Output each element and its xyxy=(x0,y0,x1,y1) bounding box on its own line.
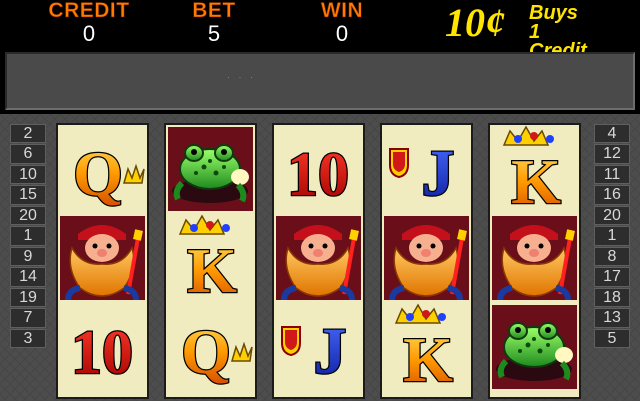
svg-text:Q: Q xyxy=(73,138,123,209)
jack-symbol-icon: J xyxy=(274,303,363,391)
payline-number: 18 xyxy=(594,287,630,308)
payline-number: 5 xyxy=(594,328,630,349)
king-symbol-icon: K xyxy=(490,125,579,213)
svg-text:10: 10 xyxy=(71,319,133,387)
bet-label: BET xyxy=(192,0,236,22)
queen-symbol-icon: Q xyxy=(166,303,255,391)
gnome-symbol-icon xyxy=(490,214,579,302)
svg-text:J: J xyxy=(422,137,455,210)
win-label: WIN xyxy=(320,0,364,22)
win-meter: WIN 0 xyxy=(300,0,384,48)
payline-number: 1 xyxy=(594,226,630,246)
bet-value: 5 xyxy=(207,21,221,46)
credit-value: 0 xyxy=(82,21,96,46)
payline-numbers-left: 2 6 10 15 20 1 9 14 19 7 3 xyxy=(10,124,46,349)
payline-number: 9 xyxy=(10,246,46,267)
denomination-text-line1: Buys 1 xyxy=(529,2,578,43)
payline-number: 20 xyxy=(10,205,46,226)
reel-4: J K xyxy=(380,123,473,399)
payline-number: 14 xyxy=(10,267,46,287)
win-value: 0 xyxy=(335,21,349,46)
payline-number: 17 xyxy=(594,267,630,287)
credit-label: CREDIT xyxy=(48,0,130,22)
bet-meter: BET 5 xyxy=(174,0,254,48)
denomination-amount: 10¢ xyxy=(445,0,505,45)
payline-number: 4 xyxy=(594,124,630,144)
svg-text:Q: Q xyxy=(181,316,231,387)
reel-5: K xyxy=(488,123,581,399)
ten-symbol-icon: 10 xyxy=(274,125,363,213)
payline-numbers-right: 4 12 11 16 20 1 8 17 18 13 5 xyxy=(594,124,630,349)
king-symbol-icon: K xyxy=(382,303,471,391)
jack-symbol-icon: J xyxy=(382,125,471,213)
message-panel: · · · xyxy=(5,52,635,110)
payline-number: 2 xyxy=(10,124,46,144)
queen-symbol-icon: Q xyxy=(58,125,147,213)
king-symbol-icon: K xyxy=(166,214,255,302)
payline-number: 8 xyxy=(594,246,630,267)
credit-meter: CREDIT 0 xyxy=(30,0,148,48)
payline-number: 20 xyxy=(594,205,630,226)
payline-number: 19 xyxy=(10,287,46,308)
gnome-symbol-icon xyxy=(58,214,147,302)
payline-number: 6 xyxy=(10,144,46,164)
ten-symbol-icon: 10 xyxy=(58,303,147,391)
payline-number: 13 xyxy=(594,308,630,328)
payline-number: 10 xyxy=(10,164,46,185)
reel-1: Q 10 xyxy=(56,123,149,399)
frog-symbol-icon xyxy=(166,125,255,213)
svg-text:10: 10 xyxy=(287,141,349,209)
payline-number: 3 xyxy=(10,328,46,349)
denomination-display: 10¢ Buys 1 Credit xyxy=(445,0,587,62)
svg-text:K: K xyxy=(511,146,561,213)
gnome-symbol-icon xyxy=(274,214,363,302)
payline-number: 1 xyxy=(10,226,46,246)
payline-number: 7 xyxy=(10,308,46,328)
frog-symbol-icon xyxy=(490,303,579,391)
gnome-symbol-icon xyxy=(382,214,471,302)
reel-3: 10 J xyxy=(272,123,365,399)
svg-text:K: K xyxy=(187,235,237,302)
payline-number: 16 xyxy=(594,185,630,205)
message-text: · · · xyxy=(227,72,256,82)
svg-text:J: J xyxy=(314,315,347,388)
payline-number: 12 xyxy=(594,144,630,164)
reel-2: K Q xyxy=(164,123,257,399)
svg-text:K: K xyxy=(403,324,453,391)
payline-number: 11 xyxy=(594,164,630,185)
payline-number: 15 xyxy=(10,185,46,205)
